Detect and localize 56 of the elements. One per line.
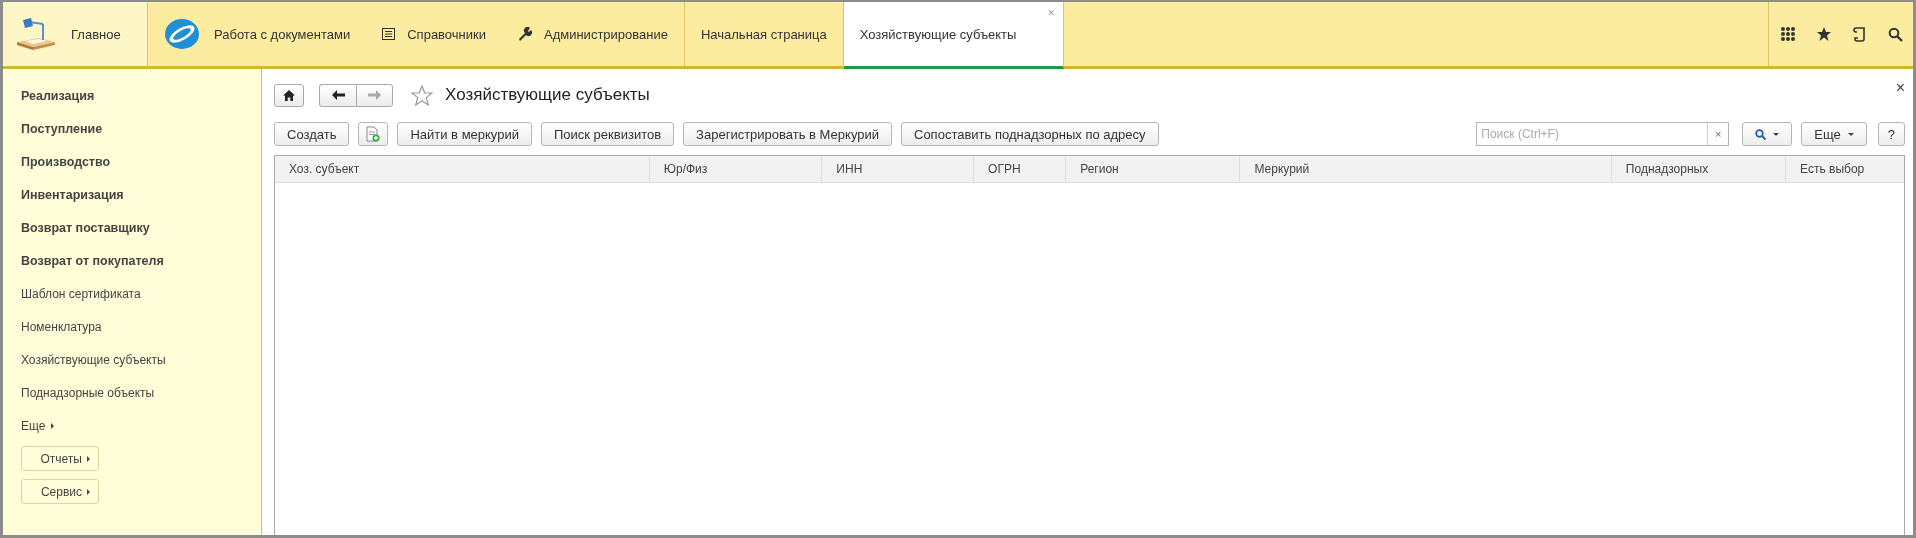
toolbar-button[interactable]: Найти в меркурий: [397, 122, 532, 146]
toolbar-button[interactable]: Создать: [274, 122, 350, 146]
sidebar-item[interactable]: Производство: [21, 145, 261, 178]
star-icon[interactable]: [411, 84, 433, 106]
menu-button[interactable]: Отчеты: [21, 446, 99, 471]
form-title: Хозяйствующие субъекты: [445, 85, 650, 105]
search-icon: [1755, 128, 1767, 140]
section-button[interactable]: Справочники: [366, 2, 502, 66]
sidebar-item[interactable]: Реализация: [21, 79, 261, 112]
column-header[interactable]: Меркурий: [1240, 156, 1612, 182]
toolbar-button[interactable]: Зарегистрировать в Меркурий: [683, 122, 892, 146]
tab[interactable]: Хозяйствующие субъекты ×: [843, 2, 1064, 69]
arrow-left-icon: [331, 90, 345, 100]
sidebar-item[interactable]: Возврат от покупателя: [21, 244, 261, 277]
list-icon: [382, 28, 396, 40]
column-header[interactable]: ИНН: [822, 156, 975, 182]
home-icon: [283, 89, 295, 101]
section-button[interactable]: Работа с документами: [148, 2, 367, 66]
sidebar-item[interactable]: Поднадзорные объекты: [21, 376, 261, 409]
column-header[interactable]: Хоз. субъект: [275, 156, 650, 182]
column-header[interactable]: Поднадзорных: [1611, 156, 1787, 182]
sidebar-item[interactable]: Поступление: [21, 112, 261, 145]
back-button[interactable]: [319, 83, 356, 107]
sidebar-item[interactable]: Возврат поставщику: [21, 211, 261, 244]
desk-lamp-icon: [15, 16, 57, 52]
home-button[interactable]: [274, 83, 304, 107]
more-button[interactable]: Еще: [1801, 122, 1867, 146]
star-icon[interactable]: [1816, 26, 1832, 42]
search-button[interactable]: [1742, 122, 1793, 146]
sidebar-item[interactable]: Номенклатура: [21, 310, 261, 343]
close-icon[interactable]: ×: [1895, 79, 1905, 97]
column-header[interactable]: ОГРН: [974, 156, 1067, 182]
arrow-right-icon: [368, 90, 381, 100]
column-header[interactable]: Юр/Физ: [649, 156, 823, 182]
history-icon[interactable]: [1853, 26, 1867, 42]
section-button[interactable]: Главное: [3, 2, 148, 66]
more-link[interactable]: Еще: [21, 409, 261, 442]
toolbar-button[interactable]: Сопоставить поднадзорных по адресу: [901, 122, 1159, 146]
toolbar-button[interactable]: Поиск реквизитов: [541, 122, 675, 146]
help-button[interactable]: ?: [1877, 122, 1905, 146]
column-header[interactable]: Есть выбор: [1786, 156, 1904, 182]
sidebar-item[interactable]: Инвентаризация: [21, 178, 261, 211]
triangle-icon: [87, 455, 90, 462]
wrench-icon: [518, 27, 532, 41]
document-plus-icon: [366, 126, 381, 142]
search-field[interactable]: Поиск (Ctrl+F) ×: [1476, 122, 1730, 146]
triangle-icon: [51, 422, 55, 429]
section-button[interactable]: Администрирование: [502, 2, 685, 66]
triangle-icon: [87, 488, 90, 495]
column-header[interactable]: Регион: [1066, 156, 1241, 182]
add-document-button[interactable]: [358, 122, 389, 146]
menu-button[interactable]: Сервис: [21, 479, 99, 504]
sidebar-item[interactable]: Хозяйствующие субъекты: [21, 343, 261, 376]
apps-grid-icon[interactable]: [1781, 27, 1795, 41]
search-icon[interactable]: [1888, 26, 1903, 42]
sidebar-item[interactable]: Шаблон сертификата: [21, 277, 261, 310]
